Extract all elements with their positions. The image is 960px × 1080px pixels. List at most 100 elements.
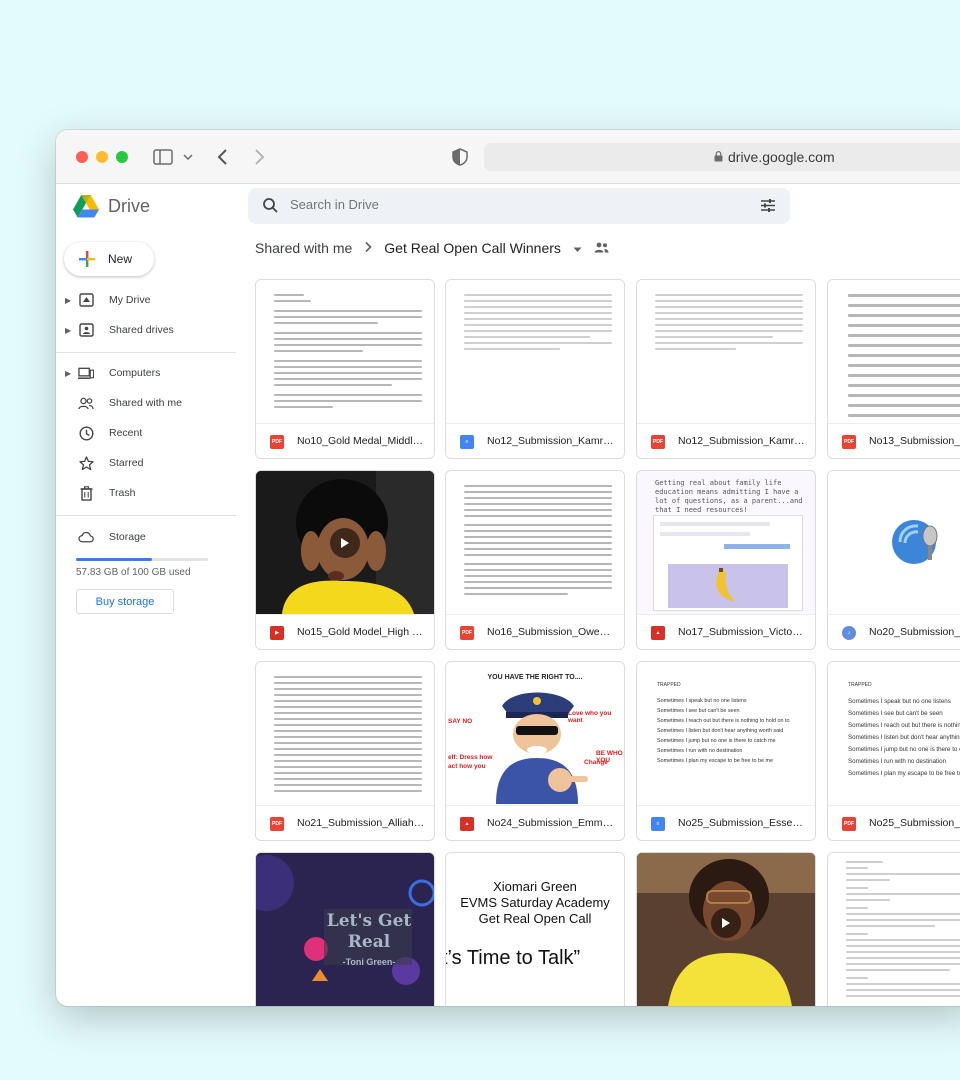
document-thumbnail: Xiomari Green EVMS Saturday Academy Get … <box>446 853 624 1006</box>
poster-text: SAY NO <box>448 718 473 725</box>
sidebar-divider <box>56 515 236 516</box>
file-card[interactable]: ≡ No12_Submission_Kamry... <box>445 279 625 459</box>
image-file-icon: ▲ <box>460 817 474 831</box>
file-thumbnail <box>828 853 960 1006</box>
file-card[interactable] <box>827 852 960 1006</box>
sidebar-item-shared-with-me[interactable]: Shared with me <box>56 390 236 416</box>
folder-menu-caret-icon[interactable] <box>573 240 582 256</box>
sidebar-item-starred[interactable]: Starred <box>56 450 236 476</box>
file-card[interactable] <box>636 852 816 1006</box>
banana-image <box>716 568 736 602</box>
poster-thumbnail: YOU HAVE THE RIGHT TO.... SAY NO elf: Dr… <box>446 662 624 805</box>
minimize-window-button[interactable] <box>96 151 108 163</box>
pdf-file-icon: PDF <box>270 817 284 831</box>
browser-toolbar: drive.google.com <box>56 130 960 184</box>
file-thumbnail <box>446 471 624 614</box>
file-name: No13_Submission_Is <box>869 435 960 447</box>
file-card[interactable]: Xiomari Green EVMS Saturday Academy Get … <box>445 852 625 1006</box>
file-card[interactable]: PDF No16_Submission_Owen E... <box>445 470 625 650</box>
browser-window: drive.google.com Drive New ▶ My Drive <box>56 130 960 1006</box>
play-video-button[interactable] <box>330 528 360 558</box>
breadcrumb-shared-with-me[interactable]: Shared with me <box>255 240 352 256</box>
sidebar-divider <box>56 352 236 353</box>
expand-caret-icon[interactable]: ▶ <box>65 326 71 335</box>
privacy-shield-icon[interactable] <box>450 145 470 169</box>
file-thumbnail <box>446 280 624 423</box>
image-file-icon: ▲ <box>651 626 665 640</box>
storage-progress-bar <box>76 558 208 561</box>
new-button[interactable]: New <box>64 242 154 276</box>
address-bar[interactable]: drive.google.com <box>484 143 960 171</box>
shared-with-me-icon <box>78 395 94 411</box>
file-name: No10_Gold Medal_Middle ... <box>297 435 425 447</box>
cloud-icon <box>78 529 94 545</box>
video-file-icon: ▶ <box>270 626 284 640</box>
thumbnail-text: Sometimes I speak but no one listens Som… <box>848 698 960 777</box>
docs-file-icon: ≡ <box>460 435 474 449</box>
storage-progress-fill <box>76 558 153 561</box>
app-name: Drive <box>108 196 151 216</box>
expand-caret-icon[interactable]: ▶ <box>65 296 71 305</box>
file-name: No15_Gold Model_High Sc... <box>297 626 425 638</box>
presentation-thumbnail: Let's Get Real -Toni Green- <box>256 853 434 1006</box>
pdf-file-icon: PDF <box>842 435 856 449</box>
sidebar-item-my-drive[interactable]: ▶ My Drive <box>56 287 236 313</box>
pdf-file-icon: PDF <box>651 435 665 449</box>
drive-logo[interactable]: Drive <box>72 194 150 219</box>
file-card[interactable]: PDF No21_Submission_Alliah_... <box>255 661 435 841</box>
thumbnail-heading: TRAPPED <box>657 682 681 688</box>
file-card[interactable]: PDF No12_Submission_Kamry... <box>636 279 816 459</box>
back-arrow-icon[interactable] <box>214 145 232 169</box>
storage-usage-text: 57.83 GB of 100 GB used <box>76 567 191 578</box>
file-card[interactable]: ♪ No20_Submission_N <box>827 470 960 650</box>
search-options-icon[interactable] <box>760 198 776 213</box>
file-card[interactable]: Getting real about family life education… <box>636 470 816 650</box>
drive-logo-icon <box>73 195 99 218</box>
trash-icon <box>78 485 94 501</box>
chevron-down-icon[interactable] <box>182 145 194 169</box>
plus-icon <box>79 251 95 267</box>
file-thumbnail <box>256 662 434 805</box>
pdf-file-icon: PDF <box>270 435 284 449</box>
shared-folder-icon <box>594 240 609 256</box>
chevron-right-icon <box>364 240 372 256</box>
star-icon <box>78 455 94 471</box>
sidebar-item-trash[interactable]: Trash <box>56 480 236 506</box>
sidebar-item-computers[interactable]: ▶ Computers <box>56 360 236 386</box>
file-card[interactable]: PDF No10_Gold Medal_Middle ... <box>255 279 435 459</box>
search-icon[interactable] <box>262 197 279 214</box>
pdf-file-icon: PDF <box>842 817 856 831</box>
file-thumbnail <box>256 280 434 423</box>
file-name: No12_Submission_Kamry... <box>678 435 806 447</box>
thumbnail-heading: TRAPPED <box>848 682 872 688</box>
play-video-button[interactable] <box>711 908 741 938</box>
forward-arrow-icon[interactable] <box>250 145 268 169</box>
file-card[interactable]: Let's Get Real -Toni Green- <box>255 852 435 1006</box>
file-card[interactable]: TRAPPED Sometimes I speak but no one lis… <box>636 661 816 841</box>
file-card[interactable]: PDF No13_Submission_Is <box>827 279 960 459</box>
zoom-window-button[interactable] <box>116 151 128 163</box>
slide-subtitle: -Toni Green- <box>342 957 396 967</box>
search-input[interactable] <box>290 197 710 212</box>
close-window-button[interactable] <box>76 151 88 163</box>
sidebar-item-shared-drives[interactable]: ▶ Shared drives <box>56 317 236 343</box>
microphone-icon <box>892 520 938 564</box>
file-name: No17_Submission_Victori... <box>678 626 806 638</box>
image-thumbnail: Getting real about family life education… <box>637 471 815 614</box>
file-card[interactable]: TRAPPED Sometimes I speak but no one lis… <box>827 661 960 841</box>
thumbnail-author: Xiomari Green <box>493 879 577 894</box>
buy-storage-button[interactable]: Buy storage <box>76 589 174 614</box>
file-name: No12_Submission_Kamry... <box>487 435 615 447</box>
url-text: drive.google.com <box>728 149 835 165</box>
sidebar-item-recent[interactable]: Recent <box>56 420 236 446</box>
sidebar-item-storage[interactable]: Storage <box>56 524 236 550</box>
breadcrumb-current-folder[interactable]: Get Real Open Call Winners <box>384 240 561 256</box>
video-thumbnail <box>637 853 815 1006</box>
file-card[interactable]: YOU HAVE THE RIGHT TO.... SAY NO elf: Dr… <box>445 661 625 841</box>
file-name: No16_Submission_Owen E... <box>487 626 615 638</box>
sidebar-toggle-icon[interactable] <box>152 145 174 169</box>
file-card[interactable]: ▶ No15_Gold Model_High Sc... <box>255 470 435 650</box>
expand-caret-icon[interactable]: ▶ <box>65 369 71 378</box>
file-name: No25_Submission_Essenc... <box>678 817 806 829</box>
search-bar[interactable] <box>248 188 790 224</box>
